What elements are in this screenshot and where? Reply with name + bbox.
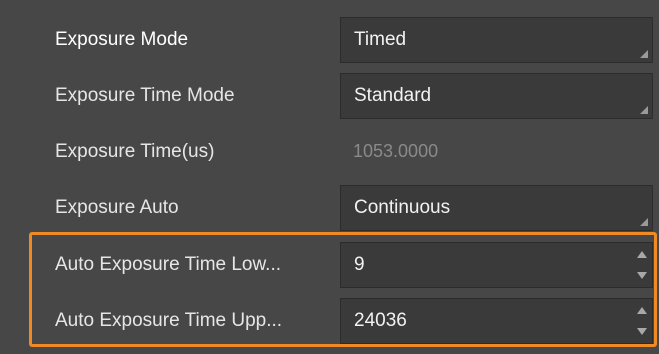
dropdown-value: Standard [354,85,432,106]
property-row-auto-exposure-time-lower: Auto Exposure Time Low... 9 [0,237,659,293]
auto-exposure-time-lower-spinbox[interactable]: 9 [340,242,653,288]
property-panel: Exposure Mode Timed Exposure Time Mode S… [0,0,659,354]
property-label: Exposure Time Mode [55,85,235,106]
spin-down-icon[interactable] [637,272,647,279]
spinbox-value: 24036 [354,310,407,331]
auto-exposure-time-upper-spinbox[interactable]: 24036 [340,298,653,344]
exposure-mode-dropdown[interactable]: Timed [340,17,653,63]
exposure-time-field: 1053.0000 [340,129,653,175]
exposure-time-mode-dropdown[interactable]: Standard [340,73,653,119]
dropdown-value: Continuous [354,197,451,218]
property-label: Auto Exposure Time Upp... [55,310,283,331]
property-row-exposure-time: Exposure Time(us) 1053.0000 [0,124,659,180]
spinbox-arrows [636,251,648,279]
property-row-exposure-auto: Exposure Auto Continuous [0,180,659,236]
spinbox-arrows [636,307,648,335]
property-row-auto-exposure-time-upper: Auto Exposure Time Upp... 24036 [0,293,659,349]
spin-up-icon[interactable] [637,307,647,314]
property-row-exposure-mode: Exposure Mode Timed [0,12,659,68]
property-label: Exposure Auto [55,197,179,218]
dropdown-value: Timed [354,29,407,50]
spin-up-icon[interactable] [637,251,647,258]
spinbox-value: 9 [354,254,365,275]
dropdown-corner-icon [640,218,648,226]
dropdown-corner-icon [640,106,648,114]
spin-down-icon[interactable] [637,328,647,335]
exposure-auto-dropdown[interactable]: Continuous [340,185,653,231]
property-label: Auto Exposure Time Low... [55,254,282,275]
property-label: Exposure Mode [55,29,189,50]
property-row-exposure-time-mode: Exposure Time Mode Standard [0,68,659,124]
field-value: 1053.0000 [353,141,439,161]
dropdown-corner-icon [640,50,648,58]
property-label: Exposure Time(us) [55,141,215,162]
